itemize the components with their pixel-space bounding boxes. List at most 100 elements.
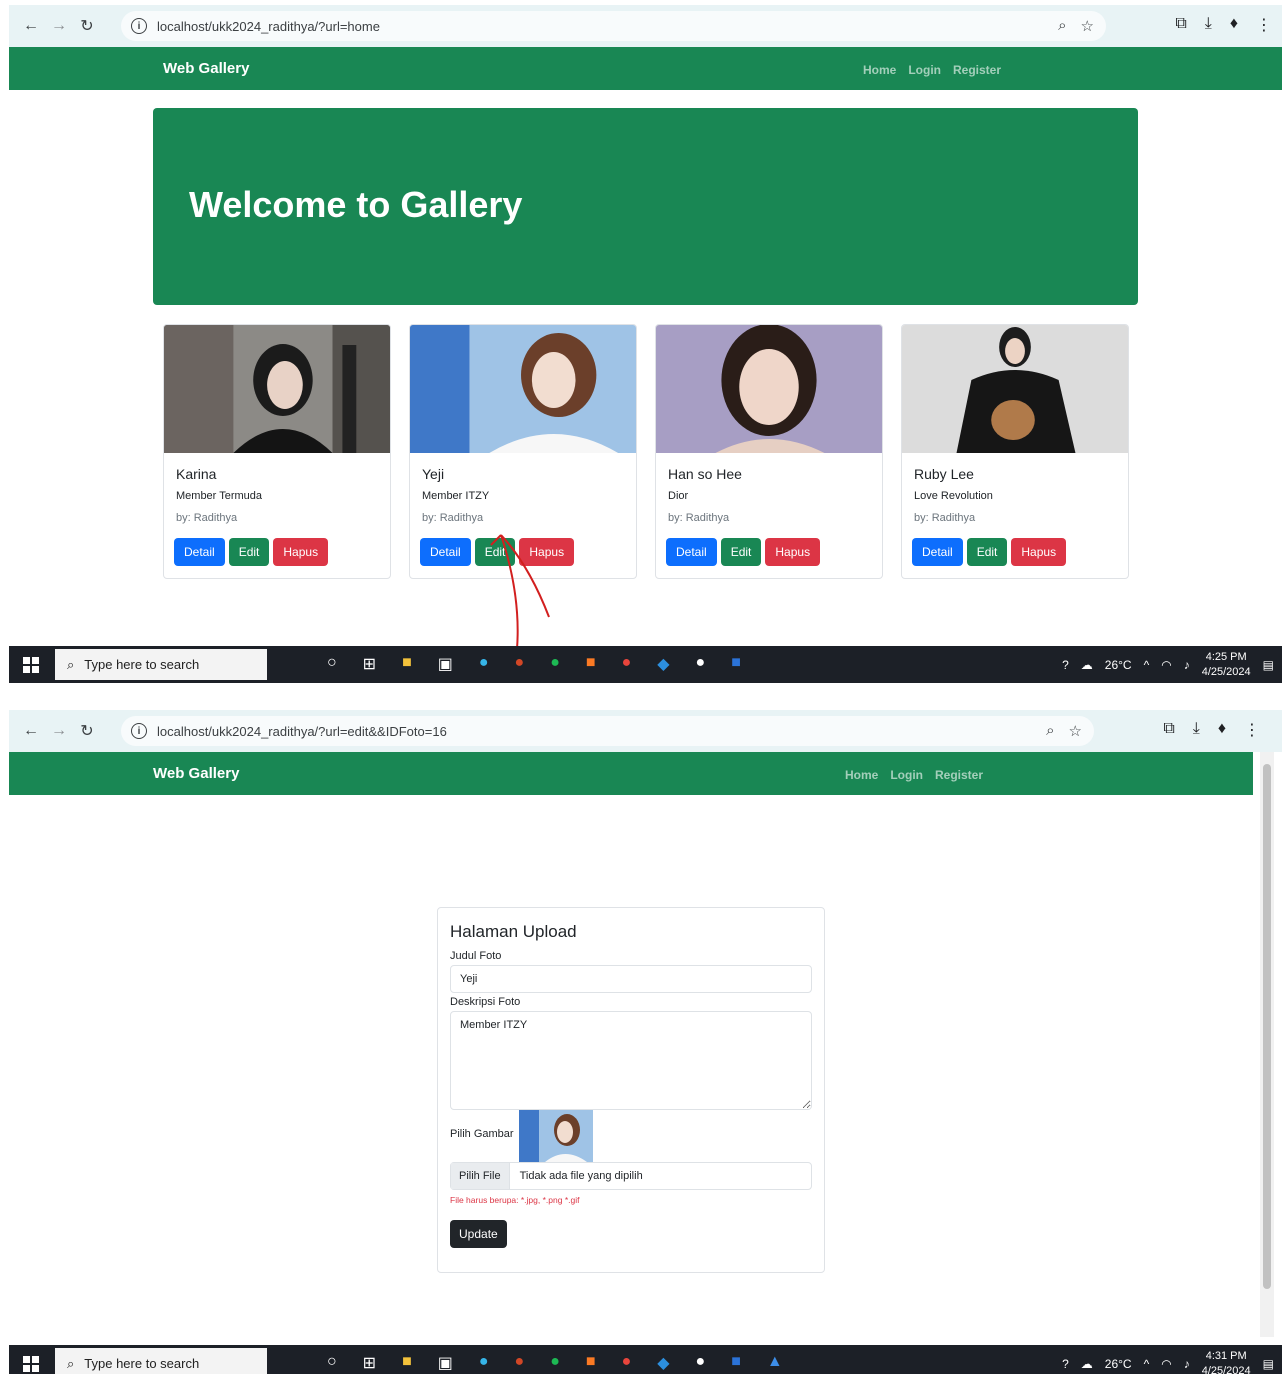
word-icon[interactable]: ■	[731, 654, 741, 674]
page-scrollbar[interactable]	[1260, 752, 1274, 1337]
scrollbar-thumb[interactable]	[1263, 764, 1271, 1289]
welcome-jumbotron: Welcome to Gallery	[153, 108, 1138, 305]
detail-button[interactable]: Detail	[912, 538, 963, 566]
choose-file-button[interactable]: Pilih File	[451, 1163, 510, 1189]
store-icon[interactable]: ▣	[438, 654, 453, 674]
vscode-icon[interactable]: ◆	[657, 654, 669, 674]
deskripsi-textarea[interactable]: Member ITZY	[450, 1011, 812, 1110]
site-navbar: Web Gallery Home Login Register	[9, 752, 1253, 795]
github-icon[interactable]: ●	[696, 1353, 706, 1373]
xampp-icon[interactable]: ■	[586, 654, 596, 674]
extension-shield-icon[interactable]: ♦	[1218, 720, 1226, 740]
nav-register[interactable]: Register	[953, 63, 1001, 77]
windows-start-icon[interactable]	[23, 1356, 39, 1372]
address-bar[interactable]: i localhost/ukk2024_radithya/?url=home ⌕…	[121, 11, 1106, 41]
extensions-icon[interactable]: ⧉	[1163, 720, 1174, 740]
card-title: Ruby Lee	[914, 466, 974, 482]
taskbar-search[interactable]: ⌕ Type here to search	[55, 1348, 267, 1374]
notification-icon[interactable]: ▤	[1263, 1357, 1274, 1371]
powerpoint-icon[interactable]: ●	[515, 1353, 525, 1373]
word-icon[interactable]: ■	[731, 1353, 741, 1373]
bookmark-star-icon[interactable]: ☆	[1069, 722, 1082, 740]
nav-home[interactable]: Home	[863, 63, 896, 77]
download-icon[interactable]: ⤓	[1193, 720, 1200, 740]
download-icon[interactable]: ⤓	[1205, 15, 1212, 35]
reload-icon[interactable]: ↻	[73, 721, 101, 741]
taskbar-clock[interactable]: 4:25 PM 4/25/2024	[1202, 650, 1251, 680]
help-icon[interactable]: ?	[1062, 1357, 1069, 1371]
help-icon[interactable]: ?	[1062, 658, 1069, 672]
site-info-icon[interactable]: i	[131, 723, 147, 739]
address-bar[interactable]: i localhost/ukk2024_radithya/?url=edit&&…	[121, 716, 1094, 746]
task-view-icon[interactable]: ⊞	[363, 1353, 376, 1373]
site-info-icon[interactable]: i	[131, 18, 147, 34]
zoom-icon[interactable]: ⌕	[1046, 722, 1054, 740]
detail-button[interactable]: Detail	[420, 538, 471, 566]
delete-button[interactable]: Hapus	[1011, 538, 1067, 566]
vscode-icon[interactable]: ◆	[657, 1353, 669, 1373]
judul-input[interactable]	[450, 965, 812, 993]
back-icon[interactable]: ←	[17, 17, 45, 35]
detail-button[interactable]: Detail	[666, 538, 717, 566]
card-title: Yeji	[422, 466, 445, 482]
weather-icon[interactable]: ☁	[1081, 658, 1093, 672]
clock-date: 4/25/2024	[1201, 1365, 1251, 1374]
delete-button[interactable]: Hapus	[765, 538, 821, 566]
powerpoint-icon[interactable]: ●	[515, 654, 525, 674]
wifi-icon[interactable]: ◠	[1161, 658, 1171, 672]
back-icon[interactable]: ←	[17, 722, 45, 740]
brand-logo[interactable]: Web Gallery	[153, 765, 239, 782]
cortana-icon[interactable]: ○	[327, 1353, 337, 1373]
tray-chevron-icon[interactable]: ^	[1144, 658, 1150, 672]
delete-button[interactable]: Hapus	[273, 538, 329, 566]
xampp-icon[interactable]: ■	[586, 1353, 596, 1373]
edge-icon[interactable]: ●	[479, 1353, 489, 1373]
task-view-icon[interactable]: ⊞	[363, 654, 376, 674]
edit-button[interactable]: Edit	[966, 538, 1008, 566]
chrome-icon[interactable]: ●	[622, 654, 632, 674]
weather-icon[interactable]: ☁	[1081, 1357, 1093, 1371]
extension-shield-icon[interactable]: ♦	[1230, 15, 1238, 35]
reload-icon[interactable]: ↻	[73, 16, 101, 36]
bookmark-star-icon[interactable]: ☆	[1081, 17, 1094, 35]
notification-icon[interactable]: ▤	[1263, 658, 1274, 672]
volume-icon[interactable]: ♪	[1184, 1357, 1190, 1371]
windows-start-icon[interactable]	[23, 657, 39, 673]
taskbar-search[interactable]: ⌕ Type here to search	[55, 649, 267, 680]
volume-icon[interactable]: ♪	[1184, 658, 1190, 672]
edit-button[interactable]: Edit	[228, 538, 270, 566]
wifi-icon[interactable]: ◠	[1161, 1357, 1171, 1371]
search-icon: ⌕	[67, 1355, 75, 1371]
file-input[interactable]: Pilih File Tidak ada file yang dipilih	[450, 1162, 812, 1190]
forward-icon[interactable]: →	[45, 17, 73, 35]
forward-icon[interactable]: →	[45, 722, 73, 740]
file-explorer-icon[interactable]: ■	[402, 1353, 412, 1373]
extensions-icon[interactable]: ⧉	[1175, 15, 1186, 35]
update-button[interactable]: Update	[450, 1220, 507, 1248]
url-text: localhost/ukk2024_radithya/?url=edit&&ID…	[157, 723, 447, 739]
windows-taskbar: ⌕ Type here to search ○ ⊞ ■ ▣ ● ● ● ■ ● ◆…	[9, 1345, 1282, 1374]
brand-logo[interactable]: Web Gallery	[163, 60, 249, 77]
menu-icon[interactable]: ⋮	[1244, 720, 1260, 740]
menu-icon[interactable]: ⋮	[1256, 15, 1272, 35]
nav-home[interactable]: Home	[845, 768, 878, 782]
github-icon[interactable]: ●	[696, 654, 706, 674]
zoom-icon[interactable]: ⌕	[1058, 17, 1066, 35]
card-description: Member ITZY	[422, 490, 490, 502]
taskbar-clock[interactable]: 4:31 PM 4/25/2024	[1202, 1349, 1251, 1374]
tray-chevron-icon[interactable]: ^	[1144, 1357, 1150, 1371]
photos-icon[interactable]: ▲	[767, 1353, 783, 1373]
spotify-icon[interactable]: ●	[550, 1353, 560, 1373]
edge-icon[interactable]: ●	[479, 654, 489, 674]
chrome-icon[interactable]: ●	[622, 1353, 632, 1373]
nav-login[interactable]: Login	[908, 63, 941, 77]
edit-button[interactable]: Edit	[720, 538, 762, 566]
nav-login[interactable]: Login	[890, 768, 923, 782]
file-status-text: Tidak ada file yang dipilih	[519, 1170, 643, 1182]
detail-button[interactable]: Detail	[174, 538, 225, 566]
nav-register[interactable]: Register	[935, 768, 983, 782]
cortana-icon[interactable]: ○	[327, 654, 337, 674]
spotify-icon[interactable]: ●	[550, 654, 560, 674]
file-explorer-icon[interactable]: ■	[402, 654, 412, 674]
store-icon[interactable]: ▣	[438, 1353, 453, 1373]
